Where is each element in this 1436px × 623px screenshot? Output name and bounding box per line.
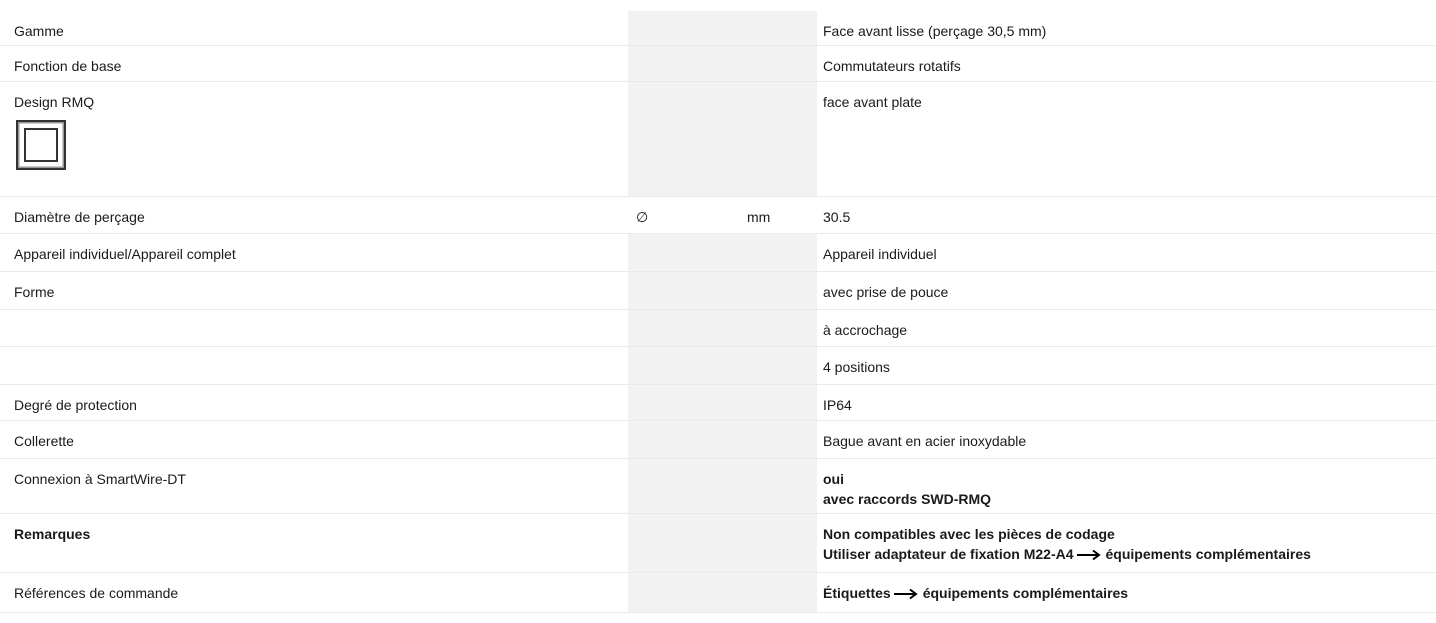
row-symbol [628,81,743,197]
flat-front-square-icon [15,119,67,170]
value-line: oui [823,470,844,487]
row-label-cell: Design RMQ [0,81,628,197]
row-value: Commutateurs rotatifs [817,45,1436,82]
row-unit [743,513,817,573]
row-label: Degré de protection [0,384,628,421]
row-unit [743,384,817,421]
table-row: Design RMQ face avant plate [0,81,1436,197]
row-label: Forme [0,271,628,310]
row-label: Collerette [0,420,628,459]
row-unit [743,45,817,82]
value-line: Non compatibles avec les pièces de codag… [823,525,1115,542]
row-symbol [628,45,743,82]
row-value-cell: oui avec raccords SWD-RMQ [817,458,1436,514]
row-symbol [628,271,743,310]
row-symbol [628,11,743,46]
row-value: IP64 [817,384,1436,421]
row-unit [743,572,817,613]
row-label: Gamme [0,11,628,46]
row-unit [743,458,817,514]
row-label: Design RMQ [14,93,95,110]
row-symbol [628,513,743,573]
row-value-cell: Étiquettes équipements complémentaires [817,572,1436,613]
cross-reference-link[interactable]: équipements complémentaires [923,585,1128,601]
table-row: Fonction de base Commutateurs rotatifs [0,45,1436,82]
row-symbol [628,309,743,347]
row-symbol [628,458,743,514]
row-symbol [628,420,743,459]
row-label: Diamètre de perçage [0,196,628,234]
value-line-with-link: Utiliser adaptateur de fixation M22-A4 éq… [823,544,1424,564]
table-row: à accrochage [0,309,1436,347]
row-unit [743,271,817,310]
row-symbol [628,384,743,421]
table-row: Diamètre de perçage ∅ mm 30.5 [0,196,1436,234]
value-text: Étiquettes [823,584,891,601]
row-label: Remarques [14,525,91,542]
spec-table: Gamme Face avant lisse (perçage 30,5 mm)… [0,11,1436,613]
row-label-cell: Remarques [0,513,628,573]
row-label: Fonction de base [0,45,628,82]
arrow-right-icon [1076,549,1103,561]
row-value: 4 positions [817,346,1436,385]
table-row: Forme avec prise de pouce [0,271,1436,310]
row-label: Appareil individuel/Appareil complet [0,233,628,272]
row-unit [743,309,817,347]
table-row: Références de commande Étiquettes équipem… [0,572,1436,613]
row-value: face avant plate [817,81,1436,197]
row-value: Face avant lisse (perçage 30,5 mm) [817,11,1436,46]
row-symbol: ∅ [628,196,743,234]
row-value: Bague avant en acier inoxydable [817,420,1436,459]
arrow-right-icon [893,588,920,600]
row-symbol [628,346,743,385]
row-value: avec prise de pouce [817,271,1436,310]
table-row: Remarques Non compatibles avec les pièce… [0,513,1436,573]
row-value: Appareil individuel [817,233,1436,272]
row-label [0,309,628,347]
table-row: Collerette Bague avant en acier inoxydab… [0,420,1436,459]
row-value: à accrochage [817,309,1436,347]
value-line: avec raccords SWD-RMQ [823,490,992,507]
row-unit: mm [743,196,817,234]
row-label [0,346,628,385]
value-text: Utiliser adaptateur de fixation M22-A4 [823,545,1074,562]
table-row: 4 positions [0,346,1436,385]
table-row: Connexion à SmartWire-DT oui avec raccor… [0,458,1436,514]
row-symbol [628,572,743,613]
row-symbol [628,233,743,272]
row-value-cell: Non compatibles avec les pièces de codag… [817,513,1436,573]
row-unit [743,11,817,46]
row-unit [743,420,817,459]
section-title-strip [0,0,1436,11]
row-value: 30.5 [817,196,1436,234]
table-row: Gamme Face avant lisse (perçage 30,5 mm) [0,11,1436,46]
table-row: Degré de protection IP64 [0,384,1436,421]
row-label: Connexion à SmartWire-DT [0,458,628,514]
table-row: Appareil individuel/Appareil complet App… [0,233,1436,272]
row-label: Références de commande [0,572,628,613]
row-unit [743,346,817,385]
row-unit [743,233,817,272]
row-unit [743,81,817,197]
cross-reference-link[interactable]: équipements complémentaires [1106,546,1311,562]
